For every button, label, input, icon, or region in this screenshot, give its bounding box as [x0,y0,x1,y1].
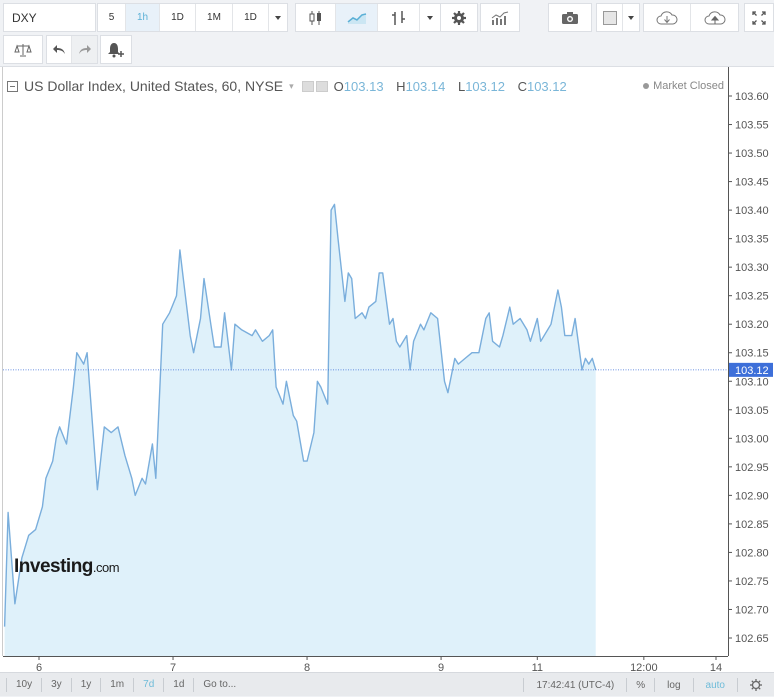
x-tick-label: 9 [438,662,444,672]
range-7d[interactable]: 7d [133,677,163,692]
gear-icon [750,679,762,691]
y-tick-label: 102.90 [735,490,769,502]
goto-button[interactable]: Go to... [193,677,245,692]
y-tick-label: 103.30 [735,262,769,274]
clock: 17:42:41 (UTC-4) [523,678,626,692]
y-tick-label: 103.20 [735,319,769,331]
x-tick-label: 14 [710,662,722,672]
y-tick-label: 102.70 [735,604,769,616]
x-tick-label: 11 [532,662,543,672]
y-tick-label: 102.75 [735,576,769,588]
x-tick-label: 6 [36,662,42,672]
y-tick-label: 103.05 [735,405,769,417]
logo-brand: Investing [14,556,93,577]
x-tick-label: 7 [170,662,176,672]
bottom-bar: 10y 3y 1y 1m 7d 1d Go to... 17:42:41 (UT… [0,672,774,696]
y-tick-label: 102.65 [735,633,769,645]
logo-suffix: .com [92,560,120,575]
y-tick-label: 103.35 [735,234,769,246]
percent-toggle[interactable]: % [626,678,654,692]
y-tick-label: 102.85 [735,519,769,531]
range-1m[interactable]: 1m [100,677,133,692]
chart-settings-button[interactable] [737,678,774,692]
range-1y[interactable]: 1y [70,677,101,692]
y-tick-label: 103.00 [735,433,769,445]
y-tick-label: 103.40 [735,205,769,217]
range-10y[interactable]: 10y [6,677,41,692]
x-tick-label: 8 [304,662,310,672]
range-3y[interactable]: 3y [41,677,71,692]
auto-toggle[interactable]: auto [692,678,737,692]
y-tick-label: 103.25 [735,291,769,303]
y-tick-label: 102.95 [735,462,769,474]
investing-logo: Investing.com [14,556,120,578]
y-tick-label: 103.55 [735,120,769,132]
last-price-label: 103.12 [735,365,769,377]
y-tick-label: 103.50 [735,148,769,160]
y-tick-label: 102.80 [735,547,769,559]
log-toggle[interactable]: log [654,678,692,692]
y-tick-label: 103.15 [735,348,769,360]
y-tick-label: 103.10 [735,376,769,388]
y-tick-label: 103.45 [735,177,769,189]
range-1d[interactable]: 1d [163,677,193,692]
bottom-bar-right: 17:42:41 (UTC-4) % log auto [523,673,774,697]
x-tick-label: 12:00 [630,662,658,672]
y-tick-label: 103.60 [735,91,769,103]
